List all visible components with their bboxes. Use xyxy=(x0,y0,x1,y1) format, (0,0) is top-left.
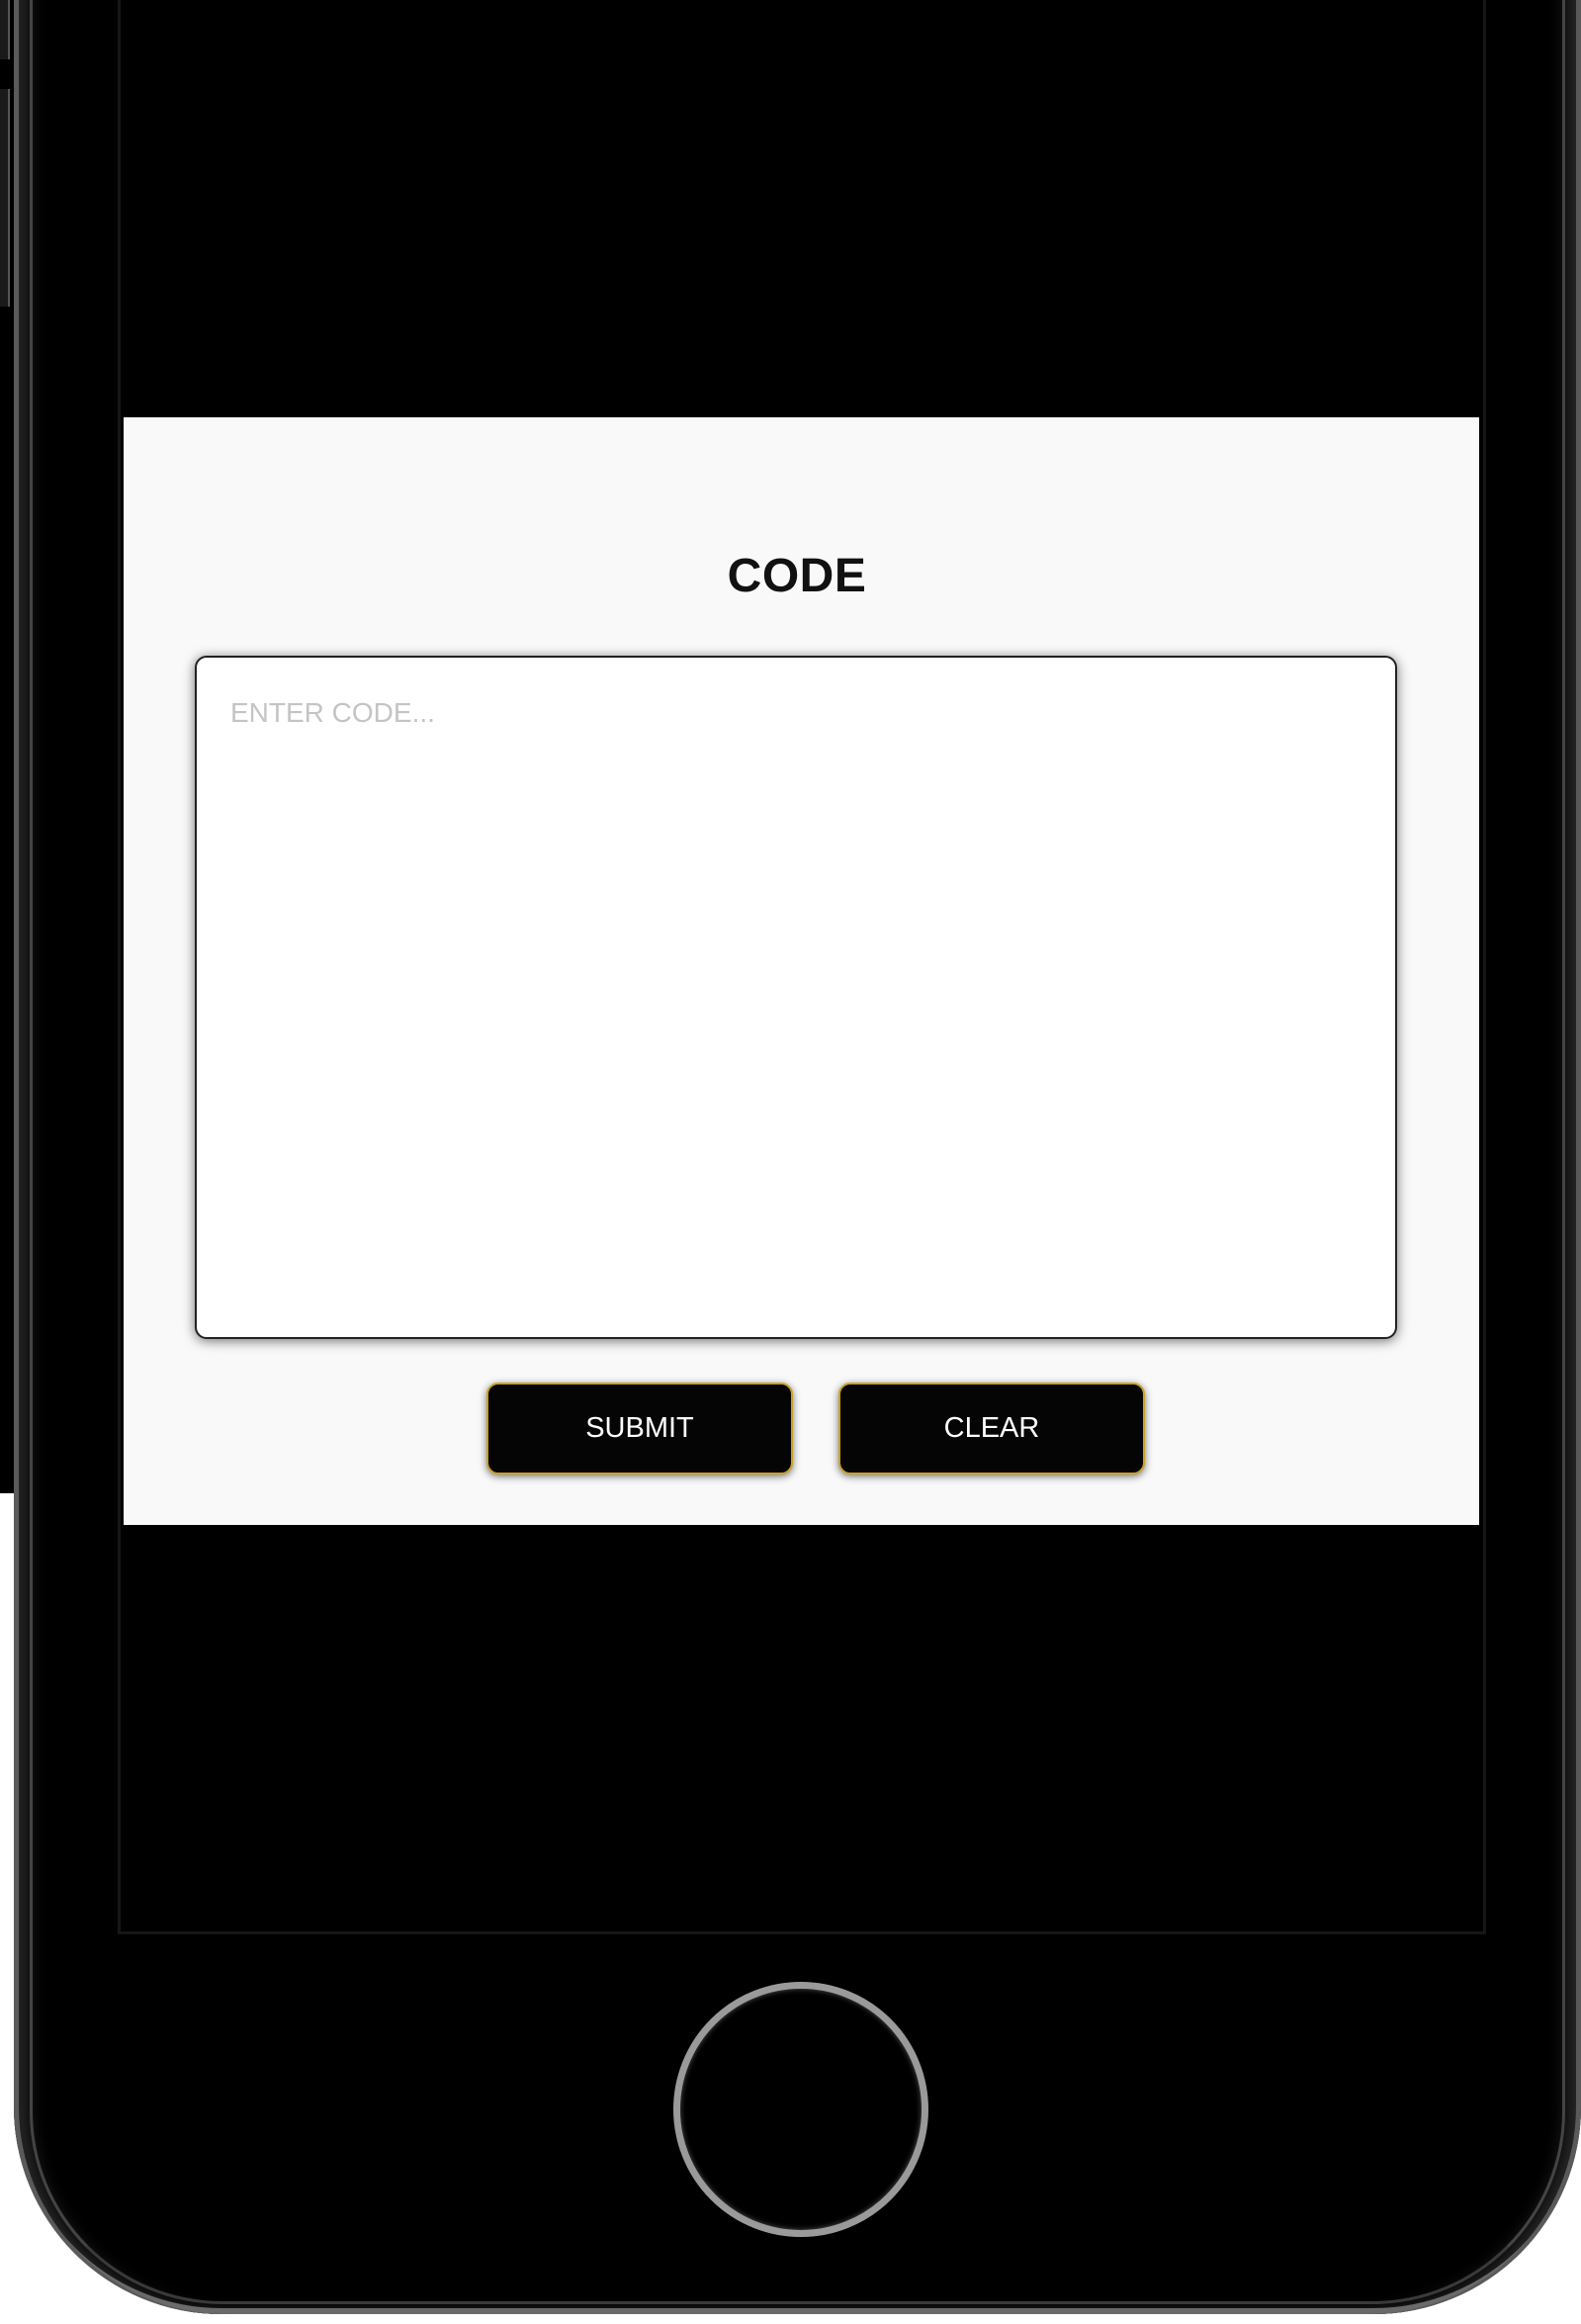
home-button-icon[interactable] xyxy=(673,1982,928,2237)
code-input[interactable] xyxy=(195,656,1397,1339)
clear-button[interactable]: CLEAR xyxy=(838,1383,1145,1475)
device-mockup: CODE SUBMIT CLEAR xyxy=(0,0,1581,2324)
page-title: CODE xyxy=(727,550,867,602)
submit-button[interactable]: SUBMIT xyxy=(486,1383,793,1475)
volume-button xyxy=(0,89,10,307)
mute-switch xyxy=(0,0,10,59)
